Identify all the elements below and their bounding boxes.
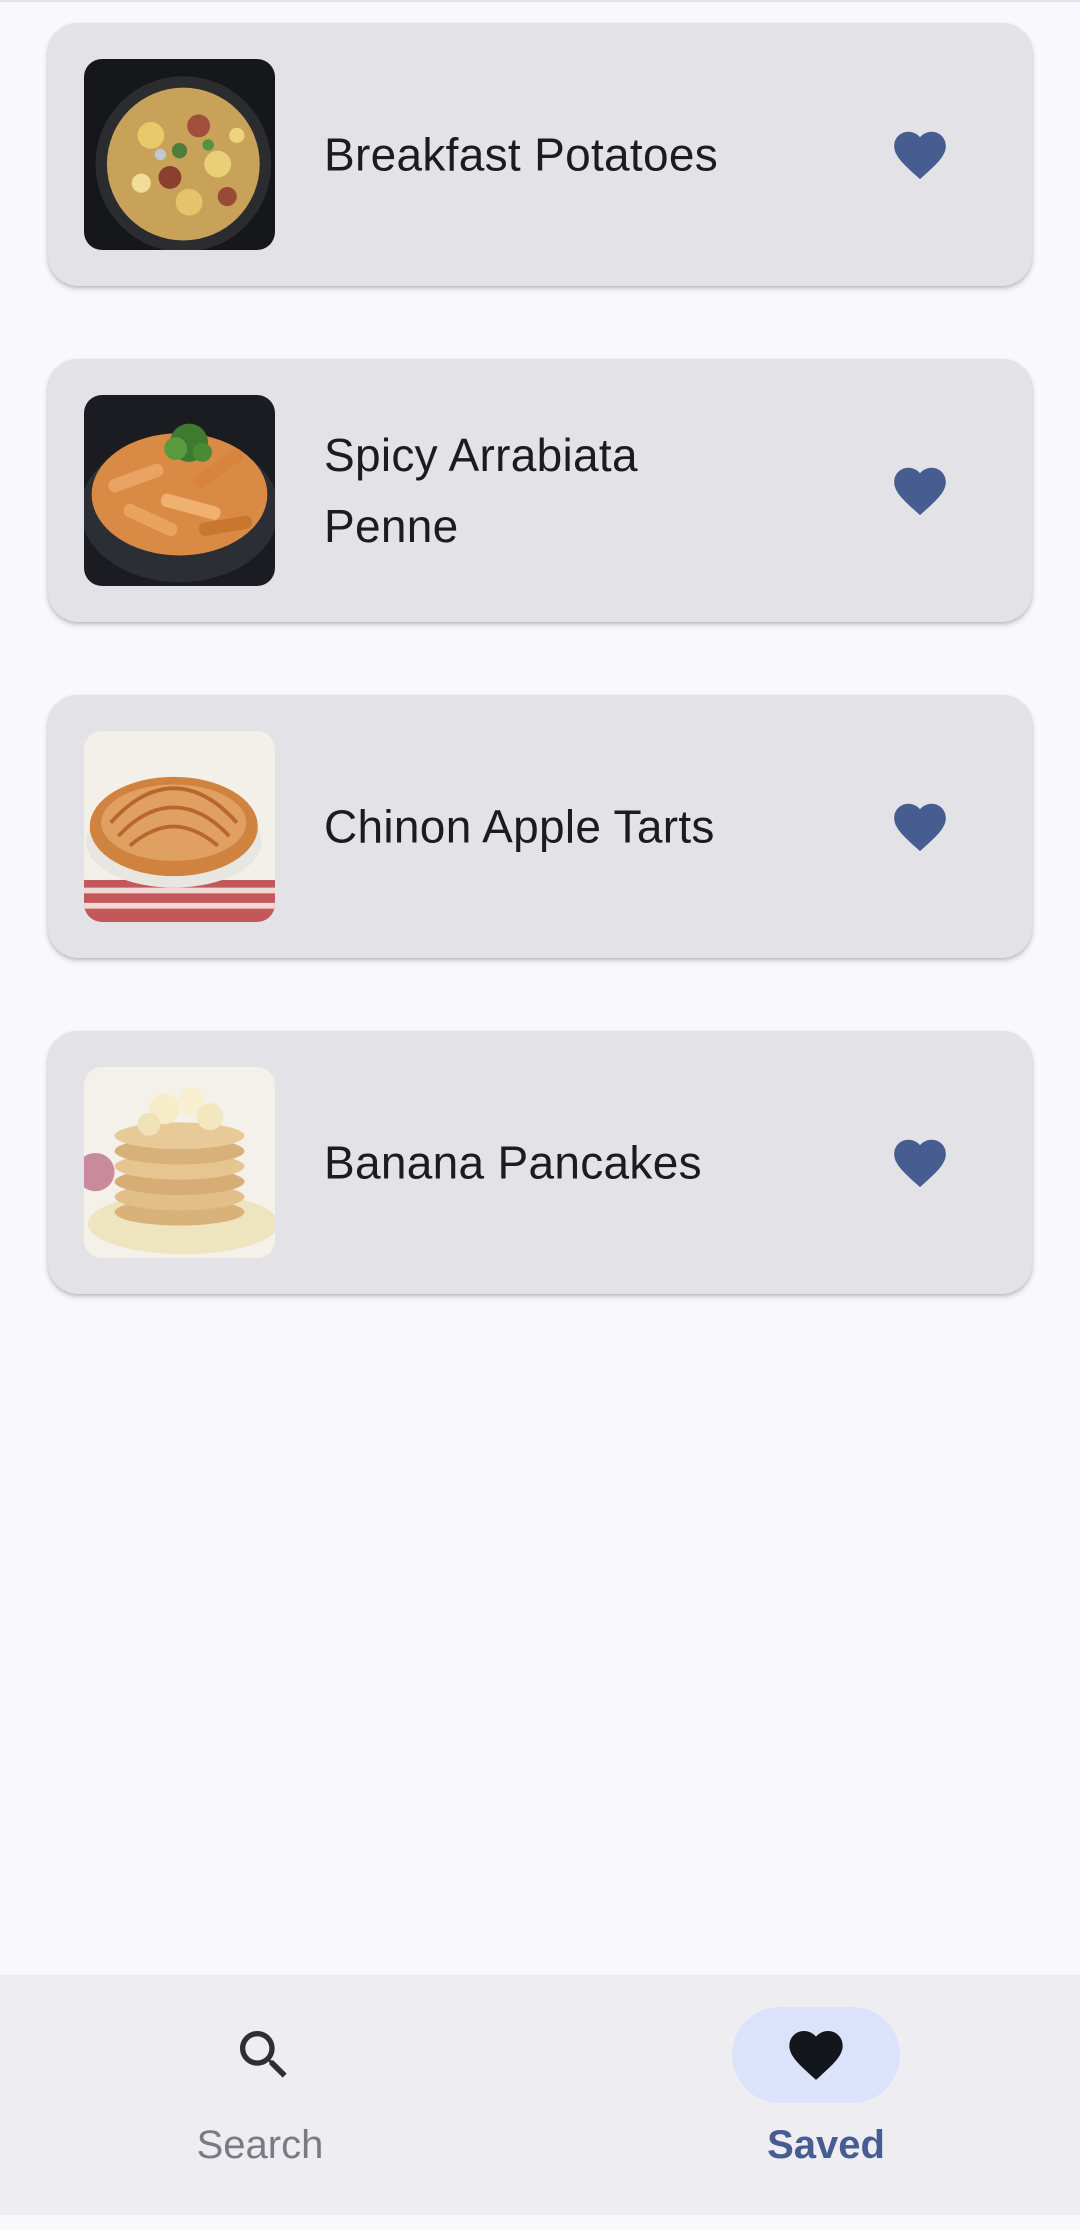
recipe-card[interactable]: Breakfast Potatoes [48, 23, 1032, 286]
recipe-title: Spicy Arrabiata Penne [324, 428, 638, 552]
nav-item-saved[interactable]: Saved [540, 1975, 1080, 2215]
heart-filled-icon [894, 803, 946, 851]
recipe-title: Chinon Apple Tarts [324, 800, 715, 852]
heart-filled-icon [894, 467, 946, 515]
nav-indicator-active [732, 2007, 900, 2103]
favorite-button[interactable] [880, 115, 960, 195]
nav-indicator [180, 2007, 348, 2103]
favorite-button[interactable] [880, 451, 960, 531]
recipe-image [84, 731, 275, 922]
recipe-image [84, 1067, 275, 1258]
nav-item-search[interactable]: Search [0, 1975, 540, 2215]
nav-label-search: Search [196, 2123, 324, 2167]
favorite-button[interactable] [880, 1123, 960, 1203]
nav-label-saved: Saved [767, 2123, 885, 2167]
recipe-title: Breakfast Potatoes [324, 128, 719, 180]
recipe-card[interactable]: Banana Pancakes [48, 1031, 1032, 1294]
heart-filled-icon [894, 131, 946, 179]
favorite-button[interactable] [880, 787, 960, 867]
system-gesture-area [0, 2215, 1080, 2230]
top-divider [0, 0, 1080, 2]
recipe-card[interactable]: Spicy Arrabiata Penne [48, 359, 1032, 622]
recipe-image [84, 395, 275, 586]
saved-recipes-list: Breakfast Potatoes Spicy Arrabiata Penne… [48, 23, 1032, 1367]
recipe-image [84, 59, 275, 250]
heart-icon [789, 2031, 843, 2080]
recipe-title: Banana Pancakes [324, 1136, 702, 1188]
search-icon [240, 2031, 287, 2078]
heart-filled-icon [894, 1139, 946, 1187]
recipe-card[interactable]: Chinon Apple Tarts [48, 695, 1032, 958]
bottom-navigation-bar: Search Saved [0, 1975, 1080, 2215]
